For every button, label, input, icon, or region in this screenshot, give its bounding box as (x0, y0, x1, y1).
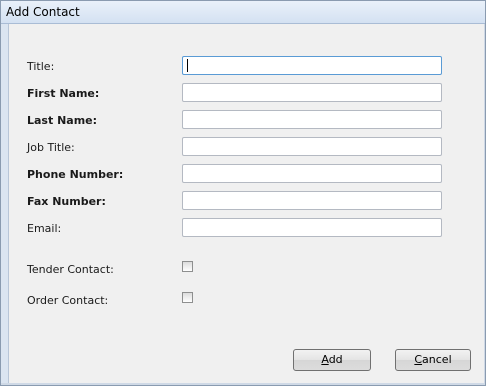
last-name-input[interactable] (182, 110, 442, 129)
phone-number-label: Phone Number: (27, 168, 124, 181)
tender-contact-label: Tender Contact: (27, 263, 114, 276)
add-button[interactable]: Add (293, 349, 371, 371)
add-button-mnemonic: A (321, 353, 329, 366)
window-frame-right (484, 24, 485, 385)
add-button-label: dd (328, 353, 343, 366)
cancel-button-label: ancel (422, 353, 452, 366)
job-title-input[interactable] (182, 137, 442, 156)
first-name-input[interactable] (182, 83, 442, 102)
order-contact-label: Order Contact: (27, 294, 109, 307)
email-input[interactable] (182, 218, 442, 237)
cancel-button[interactable]: Cancel (395, 349, 471, 371)
cancel-button-mnemonic: C (414, 353, 423, 366)
window-frame-left (1, 24, 9, 385)
first-name-label: First Name: (27, 87, 100, 100)
fax-number-input[interactable] (182, 191, 442, 210)
window-title: Add Contact (6, 5, 80, 19)
job-title-label: Job Title: (27, 141, 75, 154)
window-frame-bottom (1, 383, 485, 385)
phone-number-input[interactable] (182, 164, 442, 183)
title-input[interactable] (182, 56, 442, 75)
tender-contact-checkbox[interactable] (182, 261, 193, 272)
last-name-label: Last Name: (27, 114, 98, 127)
add-contact-dialog: Add Contact Title: First Name: Last Name… (0, 0, 486, 386)
order-contact-checkbox[interactable] (182, 292, 193, 303)
title-bar[interactable]: Add Contact (1, 1, 485, 24)
email-label: Email: (27, 222, 62, 235)
title-label: Title: (27, 60, 55, 73)
fax-number-label: Fax Number: (27, 195, 106, 208)
text-caret (187, 59, 188, 72)
